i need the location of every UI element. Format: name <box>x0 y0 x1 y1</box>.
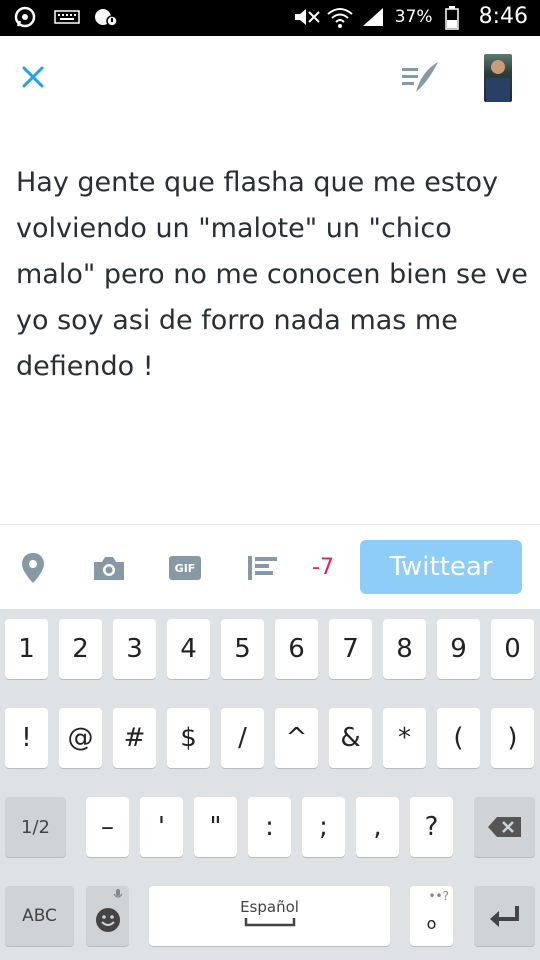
key-open-paren[interactable]: ( <box>437 708 480 768</box>
camera-icon <box>94 557 124 580</box>
key-9[interactable]: 9 <box>437 619 480 679</box>
gif-label: GIF <box>174 561 196 575</box>
key-apostrophe[interactable]: ' <box>140 797 183 857</box>
key-0[interactable]: 0 <box>491 619 534 679</box>
mute-icon <box>293 6 320 28</box>
abc-key[interactable]: ABC <box>5 886 74 946</box>
key-quote[interactable]: " <box>194 797 237 857</box>
status-bar: 37% 8:46 <box>0 0 540 36</box>
emoji-key[interactable] <box>86 886 129 946</box>
key-ampersand[interactable]: & <box>329 708 372 768</box>
period-key-label: o <box>426 913 437 933</box>
key-at[interactable]: @ <box>59 708 102 768</box>
battery-icon <box>444 5 467 30</box>
space-language-label: Español <box>240 898 299 916</box>
wifi-icon <box>327 6 353 28</box>
key-5[interactable]: 5 <box>221 619 264 679</box>
whatsapp-icon <box>14 6 36 28</box>
key-7[interactable]: 7 <box>329 619 372 679</box>
battery-percent: 37% <box>394 6 433 27</box>
key-6[interactable]: 6 <box>275 619 318 679</box>
keyboard: 1 2 3 4 5 6 7 8 9 0 ! @ # $ / ^ & * ( ) … <box>0 609 540 960</box>
key-page-toggle[interactable]: 1/2 <box>5 797 66 857</box>
close-button[interactable] <box>18 62 48 92</box>
poll-icon <box>248 556 277 580</box>
location-pin-icon <box>22 553 44 583</box>
user-avatar[interactable] <box>484 54 512 102</box>
avatar-face <box>491 60 505 74</box>
key-colon[interactable]: : <box>248 797 291 857</box>
key-semicolon[interactable]: ; <box>302 797 345 857</box>
enter-key[interactable] <box>474 886 535 946</box>
period-key-sub: ••? <box>428 889 449 903</box>
backspace-icon <box>487 817 521 837</box>
key-8[interactable]: 8 <box>383 619 426 679</box>
space-bar-icon <box>244 918 295 927</box>
camera-button[interactable] <box>92 551 126 585</box>
key-dash[interactable]: – <box>86 797 129 857</box>
key-4[interactable]: 4 <box>167 619 210 679</box>
character-counter: -7 <box>312 555 334 580</box>
avatar-shirt <box>486 78 510 102</box>
compose-toolbar: GIF -7 Twittear <box>0 525 540 609</box>
key-caret[interactable]: ^ <box>275 708 318 768</box>
key-comma[interactable]: , <box>356 797 399 857</box>
key-asterisk[interactable]: * <box>383 708 426 768</box>
key-question[interactable]: ? <box>410 797 453 857</box>
space-key[interactable]: Español <box>149 886 390 946</box>
key-3[interactable]: 3 <box>113 619 156 679</box>
clock: 8:46 <box>478 4 528 29</box>
tweet-text-input[interactable]: Hay gente que flasha que me estoy volvie… <box>16 160 528 390</box>
drafts-button[interactable] <box>398 58 442 98</box>
enter-icon <box>489 906 519 927</box>
gif-icon: GIF <box>169 556 201 580</box>
key-2[interactable]: 2 <box>59 619 102 679</box>
poll-button[interactable] <box>246 551 280 585</box>
notification-alert-icon <box>94 6 118 28</box>
backspace-key[interactable] <box>474 797 535 857</box>
key-exclamation[interactable]: ! <box>5 708 48 768</box>
compose-header <box>0 36 540 120</box>
emoji-icon <box>95 908 120 932</box>
drafts-icon <box>402 62 438 92</box>
location-button[interactable] <box>16 551 50 585</box>
close-icon <box>22 66 44 88</box>
keyboard-icon <box>54 6 80 28</box>
tweet-button[interactable]: Twittear <box>360 540 522 594</box>
key-1[interactable]: 1 <box>5 619 48 679</box>
key-close-paren[interactable]: ) <box>491 708 534 768</box>
gif-button[interactable]: GIF <box>168 551 202 585</box>
key-slash[interactable]: / <box>221 708 264 768</box>
mic-icon <box>113 889 123 898</box>
signal-icon <box>361 6 383 28</box>
period-key[interactable]: ••? o <box>410 886 453 946</box>
key-hash[interactable]: # <box>113 708 156 768</box>
key-dollar[interactable]: $ <box>167 708 210 768</box>
